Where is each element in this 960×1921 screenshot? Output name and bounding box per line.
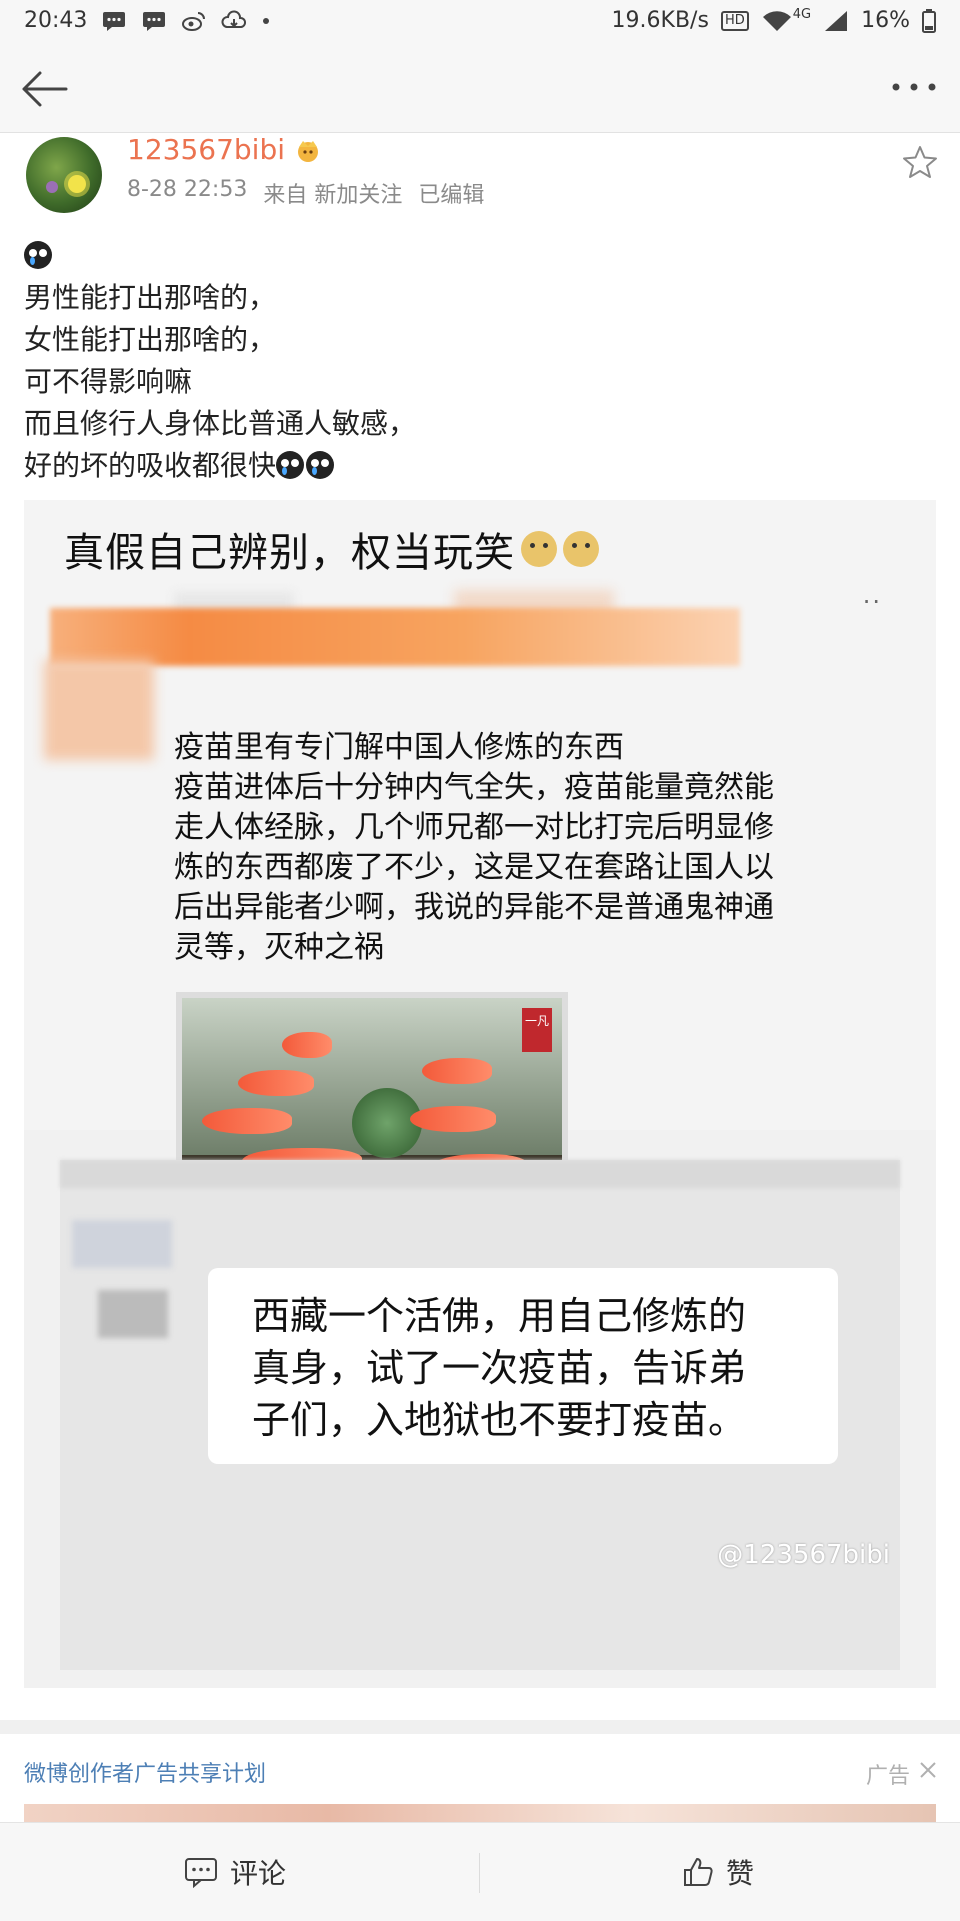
more-options-icon[interactable]: [888, 72, 940, 102]
post-text: 男性能打出那啥的， 女性能打出那啥的， 可不得影响嘛 而且修行人身体比普通人敏感…: [24, 235, 924, 487]
post-timestamp: 8-28 22:53: [127, 177, 248, 202]
thumbs-up-icon: [684, 1858, 713, 1886]
comment-label: 评论: [230, 1857, 287, 1890]
post-image[interactable]: 真假自己辨别，权当玩笑 ·· 疫苗里有专门解中国人修炼的东西 疫苗进体后十分钟内…: [24, 500, 936, 1688]
nav-bar: [0, 46, 960, 133]
post-meta: 8-28 22:53 来自 新加关注 已编辑: [127, 177, 484, 209]
comment-button[interactable]: 评论: [184, 1823, 286, 1921]
ad-row: 微博创作者广告共享计划 广告: [0, 1734, 960, 1804]
avatar[interactable]: [26, 137, 102, 213]
image-upper-screenshot: 真假自己辨别，权当玩笑 ·· 疫苗里有专门解中国人修炼的东西 疫苗进体后十分钟内…: [24, 500, 936, 1290]
network-speed: 19.6KB/s: [611, 8, 709, 33]
image-lower-screenshot: 西藏一个活佛，用自己修炼的 真身，试了一次疫苗，告诉弟 子们，入地狱也不要打疫苗…: [60, 1160, 900, 1670]
hd-badge: HD: [720, 10, 749, 31]
image-message-text: 疫苗里有专门解中国人修炼的东西 疫苗进体后十分钟内气全失，疫苗能量竟然能 走人体…: [174, 730, 774, 965]
section-divider: [0, 1720, 960, 1734]
battery-percent: 16%: [861, 8, 910, 33]
status-bar: 20:43 19.6KB/s HD 4G 16%: [0, 0, 960, 46]
star-icon[interactable]: [902, 145, 938, 179]
close-icon[interactable]: [918, 1760, 938, 1780]
ad-banner-image[interactable]: [24, 1804, 936, 1822]
pixelated-avatar: [72, 1220, 172, 1268]
sad-emoji-icon: [24, 241, 52, 269]
chat-bubble-text: 西藏一个活佛，用自己修炼的 真身，试了一次疫苗，告诉弟 子们，入地狱也不要打疫苗…: [252, 1294, 747, 1442]
image-headline: 真假自己辨别，权当玩笑: [64, 520, 599, 578]
network-type: 4G: [792, 7, 812, 22]
post-line: 好的坏的吸收都很快: [24, 449, 277, 482]
divider: [479, 1853, 480, 1893]
wifi-icon: [762, 10, 791, 31]
edited-label: 已编辑: [418, 183, 485, 208]
battery-icon: [922, 8, 936, 33]
post-line: 而且修行人身体比普通人敏感，: [24, 407, 417, 440]
crown-badge-icon: [298, 140, 318, 162]
comment-icon: [185, 1858, 217, 1888]
doge-emoji-icon: [521, 531, 557, 567]
dot-icon: [263, 17, 270, 24]
ad-label: 广告: [865, 1764, 910, 1789]
message-icon: [143, 11, 166, 31]
post-source: 来自 新加关注: [263, 183, 403, 208]
status-time: 20:43: [24, 8, 88, 33]
cloud-icon: [221, 10, 247, 28]
pixelated-banner: [50, 608, 740, 666]
username-link[interactable]: 123567bibi: [127, 133, 323, 166]
ad-title-link[interactable]: 微博创作者广告共享计划: [24, 1756, 266, 1788]
bottom-action-bar: 评论 赞: [0, 1822, 960, 1921]
pixelated-avatar: [98, 1290, 168, 1338]
sad-emoji-icon: [276, 451, 305, 479]
like-button[interactable]: 赞: [682, 1823, 754, 1921]
post-line: 女性能打出那啥的，: [24, 323, 277, 356]
post-line: 男性能打出那啥的，: [24, 281, 277, 314]
username[interactable]: 123567bibi: [127, 133, 285, 166]
back-arrow-icon[interactable]: [18, 66, 70, 112]
chat-bubble: 西藏一个活佛，用自己修炼的 真身，试了一次疫苗，告诉弟 子们，入地狱也不要打疫苗…: [208, 1268, 838, 1464]
image-watermark: @123567bibi: [717, 1540, 890, 1570]
message-icon: [103, 11, 126, 31]
sad-emoji-icon: [306, 451, 335, 479]
seal-stamp: 一凡: [522, 1008, 552, 1052]
pixelated-area: [44, 660, 154, 760]
dots-indicator: ··: [862, 588, 882, 616]
doge-emoji-icon: [563, 531, 599, 567]
weibo-icon: [182, 11, 206, 31]
post-line: 可不得影响嘛: [24, 365, 193, 398]
like-label: 赞: [726, 1857, 755, 1890]
signal-icon: [825, 10, 848, 31]
